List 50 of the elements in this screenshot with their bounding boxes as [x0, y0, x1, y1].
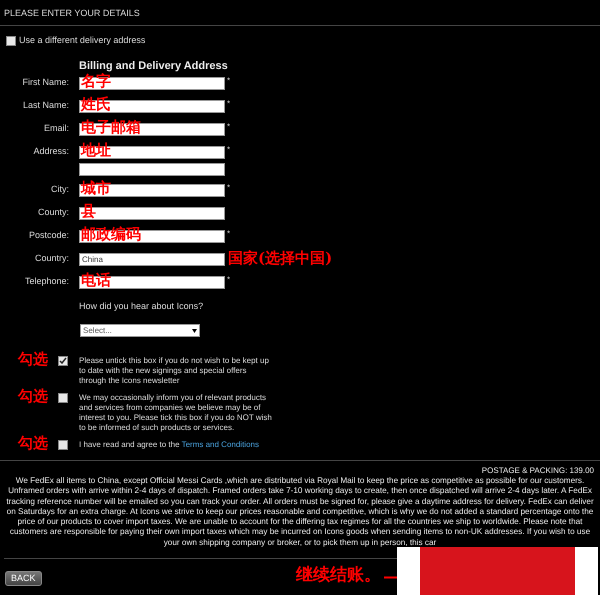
question-text: How did you hear about Icons?: [79, 301, 204, 311]
required-mark: *: [227, 230, 230, 238]
field-label: First Name:: [21, 77, 70, 88]
checkbox[interactable]: [58, 356, 68, 366]
field-label: City:: [50, 184, 70, 195]
annotation-text: 继续结账。: [296, 567, 381, 584]
required-mark: *: [227, 146, 230, 154]
checkbox[interactable]: [58, 440, 68, 450]
country-select[interactable]: China: [79, 253, 225, 266]
back-button[interactable]: BACK: [5, 571, 42, 586]
consent-text: I have read and agree to the Terms and Conditions: [79, 440, 260, 450]
annotation-text: 勾选: [18, 436, 49, 451]
required-mark: *: [227, 123, 230, 131]
annotation-text: 勾选: [18, 352, 49, 367]
leader-line: [384, 576, 397, 580]
required-mark: *: [227, 100, 230, 108]
field-label: Address:: [32, 146, 70, 157]
annotation-text: 电话: [81, 273, 111, 288]
section-title: Billing and Delivery Address: [79, 60, 228, 72]
annotation-text: 勾选: [18, 389, 49, 404]
checkmark-icon: [59, 357, 67, 365]
annotation-text: 地址: [81, 143, 111, 158]
input-field[interactable]: [79, 163, 225, 176]
annotation-text: 邮政编码: [81, 227, 141, 242]
field-label: Telephone:: [24, 276, 70, 287]
shipping-notice: We FedEx all items to China, except Official Messi Cards ,which are distributed via Royal Mail to keep the price as competitive as possible for our customers. Unframed orders with arrive within 2-4 days of dispatch. Framed orders take 7-10 working days to create, then once dispatched will arrive 2-4 days later. A FedEx tracking reference number will be emailed so you can track your order. All orders must be signed for, please give a daytime address for delivery. FedEx can deliver on Saturdays for an extra charge. At Icons we strive to keep our prices reasonable and competitive, which is why we do not added a standard percentage onto the price of our products to cover import taxes. We are unable to account for the differing tax regimes for all the countries we ship to worldwide. Please note that customers are responsible for paying their own import taxes which may be incurred on Icons goods when sending items to non-UK addresses. If you wish to use your own shipping company or broker, or to pick them up in person, this car: [5, 476, 595, 548]
annotation-text: 国家(选择中国): [228, 251, 332, 266]
field-label: Country:: [34, 253, 70, 264]
postage-total: POSTAGE & PACKING: 139.00: [482, 466, 595, 476]
field-label: Email:: [42, 123, 70, 134]
annotation-text: 城市: [81, 181, 111, 196]
checkbox[interactable]: [58, 393, 68, 403]
page-title: PLEASE ENTER YOUR DETAILS: [4, 8, 140, 18]
checkbox-label: Use a different delivery address: [19, 35, 146, 46]
annotation-text: 县: [81, 204, 96, 219]
field-label: County:: [36, 207, 70, 218]
consent-text: Please untick this box if you do not wish to be kept up to date with the new signings and special offers through the Icons newsletter: [79, 356, 270, 386]
checkbox[interactable]: [6, 36, 16, 46]
required-mark: *: [227, 77, 230, 85]
field-label: Last Name:: [22, 100, 70, 111]
consent-text: We may occasionally inform you of relevant products and services from companies we believe may be of interest to you. Please tick this box if you do NOT wish to be informed of such products or services.: [79, 393, 273, 433]
required-mark: *: [227, 276, 230, 284]
required-mark: *: [227, 184, 230, 192]
annotation-text: 姓氏: [81, 97, 111, 112]
dropdown-arrow-icon: [192, 328, 197, 332]
field-label: Postcode:: [28, 230, 70, 241]
terms-link[interactable]: Terms and Conditions: [182, 440, 259, 449]
source-select[interactable]: Select...: [80, 324, 200, 337]
annotation-text: 名字: [81, 74, 111, 89]
annotation-text: 电子邮箱: [81, 120, 141, 135]
